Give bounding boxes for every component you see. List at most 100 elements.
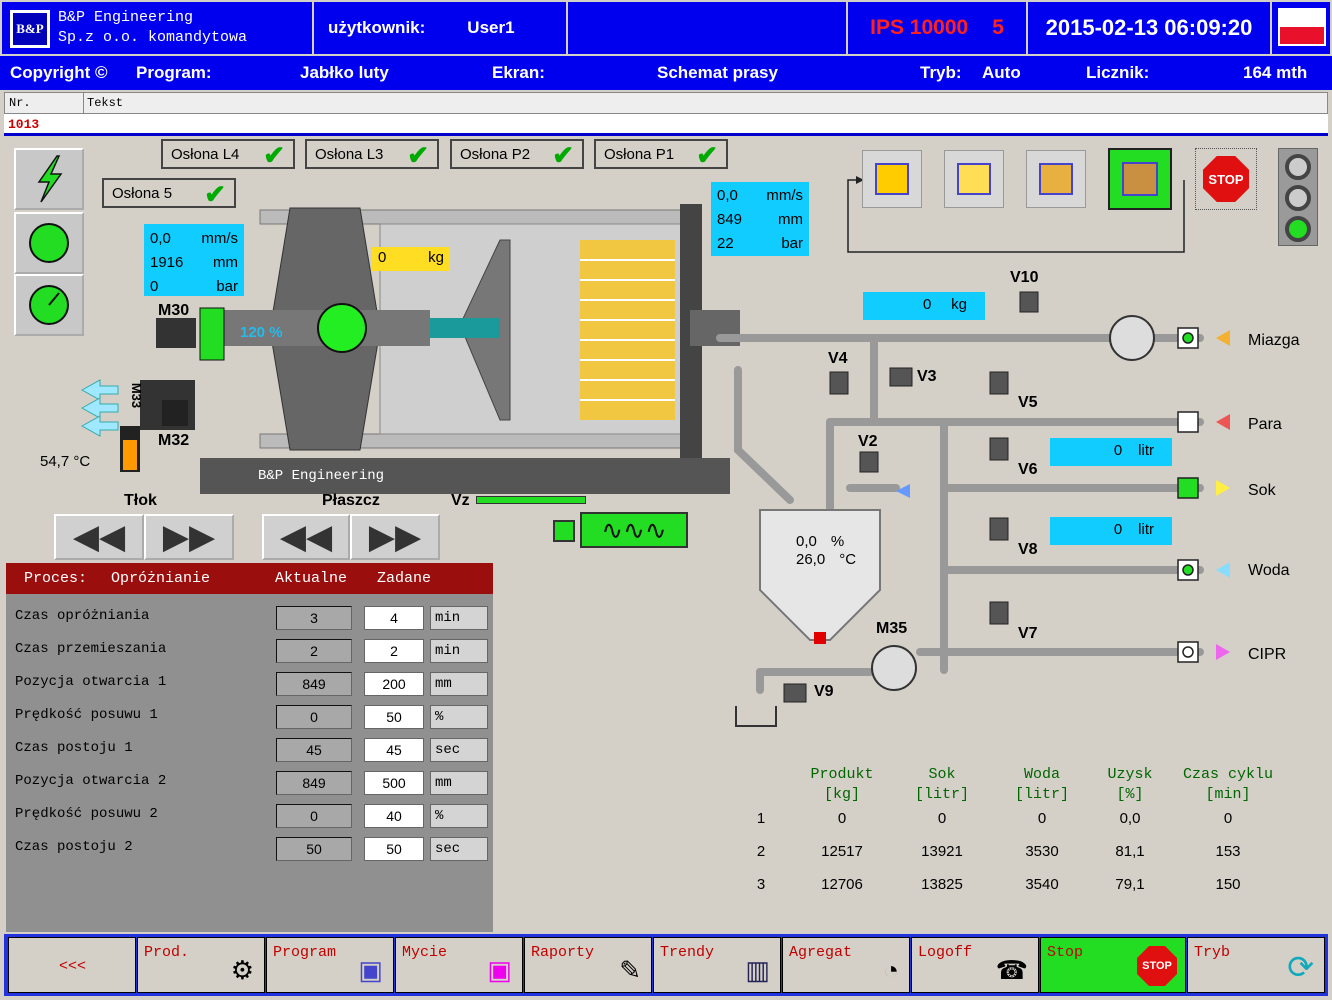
results-cell: 12706 — [821, 876, 863, 893]
line-miazga: Miazga — [1248, 332, 1300, 349]
datetime: 2015-02-13 06:09:20 — [1028, 2, 1272, 54]
process-set-input[interactable]: 2 — [364, 639, 424, 663]
process-row-label: Pozycja otwarcia 1 — [15, 674, 167, 690]
raporty-button[interactable]: Raporty ✎ — [524, 937, 652, 993]
vz-bar — [476, 496, 586, 504]
jacket-back-button[interactable]: ◀◀ — [262, 514, 350, 560]
valve-v7[interactable]: V7 — [1018, 625, 1038, 643]
counter-label: Licznik: — [1086, 63, 1150, 82]
process-actual-value: 50 — [276, 837, 352, 861]
process-actual-value: 3 — [276, 606, 352, 630]
valve-v4[interactable]: V4 — [828, 350, 848, 368]
process-unit: sec — [430, 837, 488, 861]
stop-button[interactable]: Stop STOP — [1040, 937, 1186, 993]
results-cell: 79,1 — [1115, 876, 1145, 893]
program-button[interactable]: Program ▣ — [266, 937, 394, 993]
step-empty-active[interactable] — [1108, 148, 1172, 210]
piston-forward-button[interactable]: ▶▶ — [144, 514, 234, 560]
line-woda: Woda — [1248, 562, 1290, 579]
process-row-label: Czas przemieszania — [15, 641, 167, 657]
process-set-input[interactable]: 50 — [364, 705, 424, 729]
step-fill[interactable] — [862, 150, 922, 208]
press-weight: 0 kg — [372, 247, 450, 271]
rotate-mode-button[interactable] — [14, 212, 84, 274]
process-set-input[interactable]: 45 — [364, 738, 424, 762]
piston-back-button[interactable]: ◀◀ — [54, 514, 144, 560]
cycle-icon: ⟳ — [1287, 949, 1314, 985]
process-set-input[interactable]: 40 — [364, 804, 424, 828]
check-icon: ✔ — [552, 140, 574, 170]
language-flag-pl[interactable] — [1278, 8, 1326, 46]
oil-temperature: 54,7 °C — [40, 453, 91, 470]
copyright: Copyright © — [10, 63, 108, 82]
process-row-label: Czas postoju 2 — [15, 839, 133, 855]
check-icon: ✔ — [407, 140, 429, 170]
motor-m32-label: M32 — [158, 432, 190, 449]
valve-v6[interactable]: V6 — [1018, 461, 1038, 479]
valve-v10[interactable]: V10 — [1010, 269, 1038, 287]
stop-sign-icon: STOP — [1203, 156, 1249, 202]
piston-label: Tłok — [124, 492, 157, 509]
company-logo: B&P — [10, 10, 50, 48]
jacket-forward-button[interactable]: ▶▶ — [350, 514, 440, 560]
message-row[interactable]: 1013 — [4, 114, 1328, 136]
header-spacer — [568, 2, 848, 54]
water-flow: 0 litr — [1050, 517, 1172, 545]
agregat-button[interactable]: Agregat ◔ — [782, 937, 910, 993]
line-sok: Sok — [1248, 482, 1276, 499]
process-row-label: Prędkość posuwu 1 — [15, 707, 158, 723]
piping-diagram — [716, 291, 1230, 727]
power-mode-button[interactable] — [14, 148, 84, 210]
screen-label: Ekran: — [492, 63, 545, 82]
line-para: Para — [1248, 416, 1282, 433]
user-info: użytkownik: User1 — [314, 2, 568, 54]
logoff-icon: ☎ — [995, 955, 1028, 985]
program-value: Jabłko luty — [300, 63, 389, 82]
bottom-navigation: <<< Prod. ⚙ Program ▣ Mycie ▣ Raporty ✎ Tren… — [4, 934, 1328, 996]
program-icon: ▣ — [358, 955, 383, 985]
process-table: Czas opróżniania 3 4 min Czas przemieszania 2… — [6, 594, 493, 932]
results-header: [min] — [1205, 786, 1251, 803]
report-icon: ✎ — [619, 955, 641, 985]
valve-v9[interactable]: V9 — [814, 683, 834, 701]
screw-conveyor-icon[interactable]: ∿∿∿ — [580, 512, 688, 548]
forward-icon: ▶▶ — [162, 518, 216, 556]
process-set-input[interactable]: 200 — [364, 672, 424, 696]
results-header: Czas cyklu — [1182, 766, 1273, 783]
cycle-stop-button[interactable]: STOP — [1195, 148, 1257, 210]
results-cell: 0 — [937, 810, 947, 827]
program-label: Program: — [136, 63, 212, 82]
process-actual-value: 0 — [276, 804, 352, 828]
results-cell: 0 — [837, 810, 847, 827]
process-set-input[interactable]: 4 — [364, 606, 424, 630]
message-header: Nr. Tekst — [4, 92, 1328, 114]
results-cell: 12517 — [821, 843, 863, 860]
step-mix[interactable] — [1026, 150, 1086, 208]
check-icon: ✔ — [696, 140, 718, 170]
step-press[interactable] — [944, 150, 1004, 208]
valve-v5[interactable]: V5 — [1018, 394, 1038, 412]
back-button[interactable]: <<< — [8, 937, 136, 993]
process-set-input[interactable]: 50 — [364, 837, 424, 861]
screw-status — [553, 520, 575, 542]
results-cell: 3540 — [1025, 876, 1059, 893]
wash-icon: ▣ — [487, 955, 512, 985]
prod-button[interactable]: Prod. ⚙ — [137, 937, 265, 993]
trendy-button[interactable]: Trendy ▥ — [653, 937, 781, 993]
valve-v3[interactable]: V3 — [917, 368, 937, 386]
tryb-button[interactable]: Tryb ⟳ — [1187, 937, 1325, 993]
gauge-mode-button[interactable] — [14, 274, 84, 336]
results-row-number: 1 — [756, 810, 766, 827]
valve-v8[interactable]: V8 — [1018, 541, 1038, 559]
lightning-icon — [37, 155, 63, 203]
process-unit: mm — [430, 771, 488, 795]
process-unit: sec — [430, 738, 488, 762]
process-row-label: Czas postoju 1 — [15, 740, 133, 756]
logoff-button[interactable]: Logoff ☎ — [911, 937, 1039, 993]
valve-v2[interactable]: V2 — [858, 433, 878, 451]
results-cell: 0 — [1223, 810, 1233, 827]
press-nameplate: B&P Engineering — [258, 468, 385, 484]
process-set-input[interactable]: 500 — [364, 771, 424, 795]
check-icon: ✔ — [263, 140, 285, 170]
mycie-button[interactable]: Mycie ▣ — [395, 937, 523, 993]
